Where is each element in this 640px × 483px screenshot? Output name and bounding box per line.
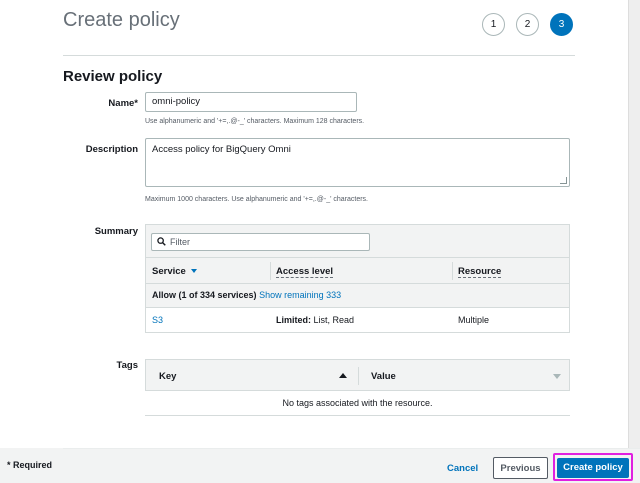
create-policy-button[interactable]: Create policy bbox=[557, 457, 629, 478]
tags-label: Tags bbox=[116, 360, 138, 371]
summary-label: Summary bbox=[94, 226, 138, 237]
description-value: Access policy for BigQuery Omni bbox=[152, 144, 291, 155]
caret-down-icon bbox=[190, 269, 197, 274]
required-note: * Required bbox=[7, 460, 53, 470]
policy-name-input[interactable]: omni-policy bbox=[145, 92, 357, 112]
allow-count: Allow (1 of 334 services) bbox=[152, 290, 257, 300]
step-2: 2 bbox=[516, 13, 539, 36]
service-link[interactable]: S3 bbox=[152, 315, 163, 325]
access-level-rest: List, Read bbox=[311, 315, 355, 325]
column-header-service[interactable]: Service bbox=[152, 266, 197, 277]
column-header-value[interactable]: Value bbox=[371, 371, 396, 382]
summary-header-row: Service Access level Resource bbox=[146, 258, 569, 284]
name-label: Name* bbox=[108, 98, 138, 109]
description-textarea[interactable]: Access policy for BigQuery Omni bbox=[145, 138, 570, 187]
tags-table: Key Value No tags associated with the re… bbox=[145, 359, 570, 416]
sort-ascending-icon[interactable] bbox=[339, 373, 347, 378]
access-level-bold: Limited: bbox=[276, 315, 311, 325]
name-hint: Use alphanumeric and '+=,.@-_' character… bbox=[145, 118, 365, 125]
resize-handle-icon[interactable] bbox=[560, 177, 567, 184]
table-row: S3 Limited: List, Read Multiple bbox=[146, 308, 569, 332]
column-divider bbox=[452, 262, 453, 280]
filter-bar: Filter bbox=[146, 225, 569, 258]
page-title: Create policy bbox=[63, 9, 180, 31]
filter-placeholder: Filter bbox=[170, 237, 190, 247]
description-label: Description bbox=[85, 144, 138, 155]
summary-table: Filter Service Access level Resource All… bbox=[145, 224, 570, 333]
column-divider bbox=[358, 367, 359, 385]
resource-cell: Multiple bbox=[458, 315, 490, 325]
cancel-button[interactable]: Cancel bbox=[440, 459, 485, 479]
create-policy-highlight: Create policy bbox=[553, 453, 633, 481]
section-title: Review policy bbox=[63, 68, 163, 85]
sort-descending-icon[interactable] bbox=[553, 374, 561, 379]
footer-divider bbox=[63, 448, 640, 449]
step-indicator: 1 2 3 bbox=[482, 13, 573, 36]
tags-empty-message: No tags associated with the resource. bbox=[282, 398, 433, 408]
step-3-active: 3 bbox=[550, 13, 573, 36]
title-divider bbox=[63, 55, 575, 56]
scrollbar-track[interactable] bbox=[628, 0, 640, 448]
step-1: 1 bbox=[482, 13, 505, 36]
column-header-resource[interactable]: Resource bbox=[458, 266, 502, 278]
search-icon bbox=[157, 237, 166, 246]
column-divider bbox=[270, 262, 271, 280]
column-header-key[interactable]: Key bbox=[159, 371, 176, 382]
allow-row: Allow (1 of 334 services) Show remaining… bbox=[146, 284, 569, 308]
show-remaining-link[interactable]: Show remaining 333 bbox=[259, 290, 341, 300]
column-service-label: Service bbox=[152, 266, 186, 277]
column-header-access-level[interactable]: Access level bbox=[276, 266, 334, 278]
tags-header-row: Key Value bbox=[145, 359, 570, 391]
main-panel: Create policy 1 2 3 Review policy Name* … bbox=[0, 0, 640, 448]
access-level-cell: Limited: List, Read bbox=[276, 315, 354, 325]
filter-input[interactable]: Filter bbox=[151, 233, 370, 251]
description-hint: Maximum 1000 characters. Use alphanumeri… bbox=[145, 196, 368, 203]
previous-button[interactable]: Previous bbox=[493, 457, 548, 479]
